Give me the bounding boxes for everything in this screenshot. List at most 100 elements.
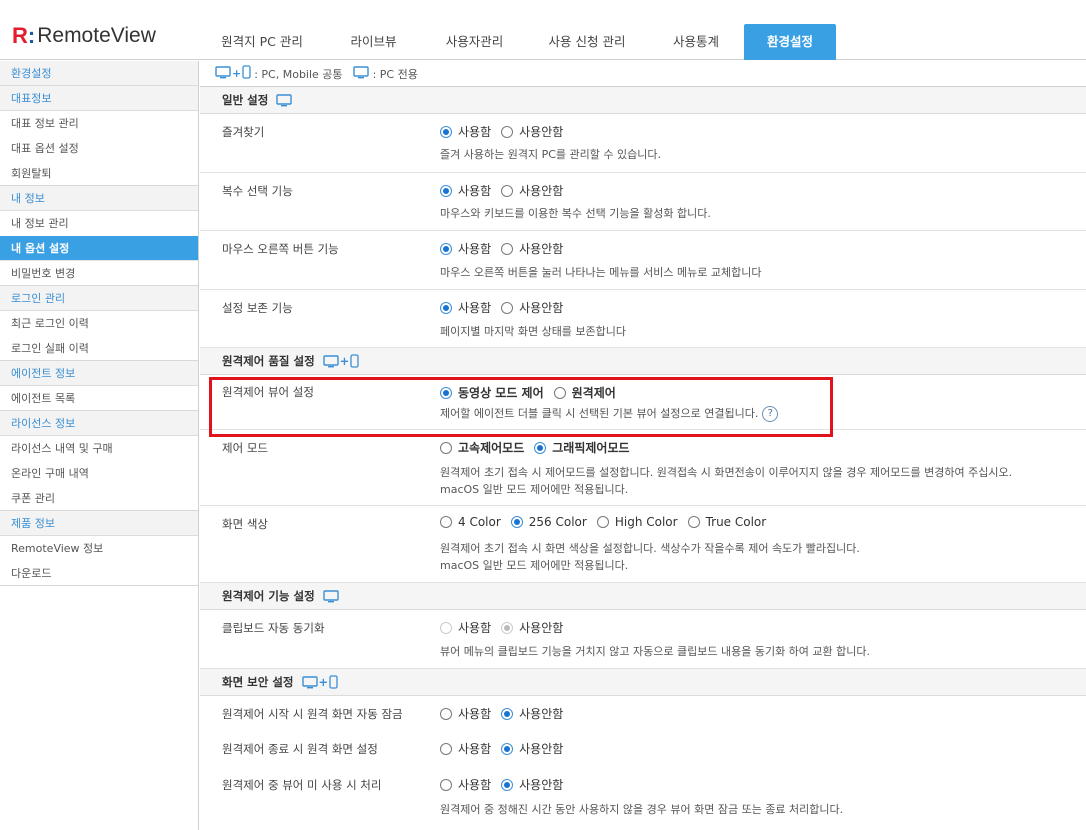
radio-not-use[interactable]: 사용안함	[501, 299, 563, 316]
pc-mobile-icon: +	[322, 354, 360, 368]
radio-high-color[interactable]: High Color	[596, 515, 678, 529]
sidebar-item-online-purchase[interactable]: 온라인 구매 내역	[0, 461, 198, 486]
radio-true-color[interactable]: True Color	[687, 515, 766, 529]
setting-description-note: macOS 일반 모드 제어에만 적용됩니다.	[440, 559, 629, 572]
tab-liveview[interactable]: 라이브뷰	[324, 24, 423, 60]
sidebar-head-rep-info[interactable]: 대표정보	[0, 86, 198, 111]
sidebar-head-settings[interactable]: 환경설정	[0, 61, 198, 86]
radio-use[interactable]: 사용함	[440, 123, 491, 140]
sidebar-head-my-info[interactable]: 내 정보	[0, 186, 198, 211]
radio-unchecked-icon[interactable]	[501, 301, 514, 314]
radio-checked-icon[interactable]	[510, 516, 523, 528]
setting-description: 페이지별 마지막 화면 상태를 보존합니다	[440, 325, 627, 338]
radio-4-color[interactable]: 4 Color	[440, 515, 501, 529]
radio-unchecked-icon[interactable]	[440, 742, 452, 755]
section-quality: 원격제어 품질 설정 +	[200, 348, 1086, 375]
radio-not-use[interactable]: 사용안함	[501, 776, 563, 793]
tab-statistics[interactable]: 사용통계	[648, 24, 744, 60]
setting-row-screen-color: 화면 색상 4 Color 256 Color High Color True …	[200, 506, 1086, 583]
radio-checked-icon[interactable]	[501, 742, 514, 755]
tab-remote-pc[interactable]: 원격지 PC 관리	[200, 24, 324, 60]
radio-use[interactable]: 사용함	[440, 182, 491, 199]
section-quality-title: 원격제어 품질 설정	[222, 354, 315, 368]
radio-checked-icon[interactable]	[440, 242, 452, 255]
setting-label: 원격제어 중 뷰어 미 사용 시 처리	[222, 778, 382, 792]
radio-group: 고속제어모드 그래픽제어모드	[440, 439, 640, 456]
setting-description: 즐겨 사용하는 원격지 PC를 관리할 수 있습니다.	[440, 148, 661, 161]
radio-checked-icon[interactable]	[534, 441, 547, 454]
setting-label: 클립보드 자동 동기화	[222, 621, 325, 635]
logo-mark: R	[12, 23, 28, 48]
sidebar-item-rep-options[interactable]: 대표 옵션 설정	[0, 136, 198, 161]
sidebar-item-recent-login[interactable]: 최근 로그인 이력	[0, 311, 198, 336]
radio-unchecked-icon[interactable]	[596, 516, 609, 528]
tab-users[interactable]: 사용자관리	[423, 24, 526, 60]
setting-description: 원격제어 초기 접속 시 제어모드를 설정합니다. 원격접속 시 화면전송이 이…	[440, 466, 1013, 479]
sidebar-item-login-fail[interactable]: 로그인 실패 이력	[0, 336, 198, 361]
radio-graphic-mode[interactable]: 그래픽제어모드	[534, 439, 630, 456]
radio-unchecked-icon[interactable]	[501, 184, 514, 197]
radio-not-use[interactable]: 사용안함	[501, 740, 563, 757]
remoteview-logo[interactable]: R : RemoteView	[12, 23, 156, 48]
radio-unchecked-icon[interactable]	[687, 516, 700, 528]
radio-use[interactable]: 사용함	[440, 740, 491, 757]
setting-label: 원격제어 종료 시 원격 화면 설정	[222, 742, 378, 756]
sidebar-item-agent-list[interactable]: 에이전트 목록	[0, 386, 198, 411]
sidebar-head-product[interactable]: 제품 정보	[0, 511, 198, 536]
radio-not-use[interactable]: 사용안함	[501, 705, 563, 722]
radio-not-use[interactable]: 사용안함	[501, 240, 563, 257]
tab-settings[interactable]: 환경설정	[744, 24, 836, 60]
radio-unchecked-icon[interactable]	[440, 707, 452, 720]
monitor-icon	[215, 65, 231, 82]
setting-label: 즐겨찾기	[222, 125, 265, 139]
setting-label: 복수 선택 기능	[222, 184, 293, 198]
setting-row-right-click: 마우스 오른쪽 버튼 기능 사용함 사용안함 마우스 오른쪽 버튼을 눌러 나타…	[200, 231, 1086, 290]
setting-description: 뷰어 메뉴의 클립보드 기능을 거치지 않고 자동으로 클립보드 내용을 동기화…	[440, 645, 871, 658]
mobile-icon	[242, 65, 251, 82]
sidebar-item-download[interactable]: 다운로드	[0, 561, 198, 586]
section-function: 원격제어 기능 설정	[200, 583, 1086, 610]
radio-use[interactable]: 사용함	[440, 776, 491, 793]
radio-disabled-icon	[440, 621, 452, 634]
sidebar-head-agent[interactable]: 에이전트 정보	[0, 361, 198, 386]
setting-description: 마우스와 키보드를 이용한 복수 선택 기능을 활성화 합니다.	[440, 207, 711, 220]
setting-row-favorites: 즐겨찾기 사용함 사용안함 즐겨 사용하는 원격지 PC를 관리할 수 있습니다…	[200, 114, 1086, 173]
radio-not-use[interactable]: 사용안함	[501, 123, 563, 140]
radio-fast-mode[interactable]: 고속제어모드	[440, 439, 524, 456]
radio-unchecked-icon[interactable]	[440, 441, 452, 454]
radio-checked-icon[interactable]	[501, 778, 514, 791]
setting-label: 설정 보존 기능	[222, 301, 293, 315]
sidebar-item-coupon[interactable]: 쿠폰 관리	[0, 486, 198, 511]
monitor-icon	[322, 589, 339, 603]
setting-label: 원격제어 시작 시 원격 화면 자동 잠금	[222, 707, 403, 721]
radio-unchecked-icon[interactable]	[440, 778, 452, 791]
radio-unchecked-icon[interactable]	[501, 125, 514, 138]
tab-usage-request[interactable]: 사용 신청 관리	[526, 24, 648, 60]
section-screen-security: 화면 보안 설정 +	[200, 669, 1086, 696]
radio-checked-icon[interactable]	[440, 301, 452, 314]
sidebar-item-my-options[interactable]: 내 옵션 설정	[0, 236, 198, 261]
radio-256-color[interactable]: 256 Color	[510, 515, 587, 529]
sidebar-head-license[interactable]: 라이선스 정보	[0, 411, 198, 436]
sidebar-item-password[interactable]: 비밀번호 변경	[0, 261, 198, 286]
radio-checked-icon[interactable]	[440, 184, 452, 197]
sidebar-item-withdraw[interactable]: 회원탈퇴	[0, 161, 198, 186]
sidebar-item-license-purchase[interactable]: 라이선스 내역 및 구매	[0, 436, 198, 461]
setting-description-note: macOS 일반 모드 제어에만 적용됩니다.	[440, 483, 629, 496]
sidebar-item-remoteview-info[interactable]: RemoteView 정보	[0, 536, 198, 561]
radio-use[interactable]: 사용함	[440, 705, 491, 722]
radio-not-use[interactable]: 사용안함	[501, 182, 563, 199]
radio-group: 사용함 사용안함	[440, 182, 573, 199]
radio-unchecked-icon[interactable]	[440, 516, 452, 528]
radio-checked-icon[interactable]	[440, 125, 452, 138]
setting-row-clipboard: 클립보드 자동 동기화 사용함 사용안함 뷰어 메뉴의 클립보드 기능을 거치지…	[200, 610, 1086, 669]
radio-use[interactable]: 사용함	[440, 240, 491, 257]
sidebar-head-login[interactable]: 로그인 관리	[0, 286, 198, 311]
radio-unchecked-icon[interactable]	[501, 242, 514, 255]
radio-checked-icon[interactable]	[501, 707, 514, 720]
highlight-box	[209, 377, 833, 437]
plus-icon: +	[232, 67, 242, 80]
sidebar-item-rep-info-manage[interactable]: 대표 정보 관리	[0, 111, 198, 136]
radio-use[interactable]: 사용함	[440, 299, 491, 316]
sidebar-item-my-info-manage[interactable]: 내 정보 관리	[0, 211, 198, 236]
